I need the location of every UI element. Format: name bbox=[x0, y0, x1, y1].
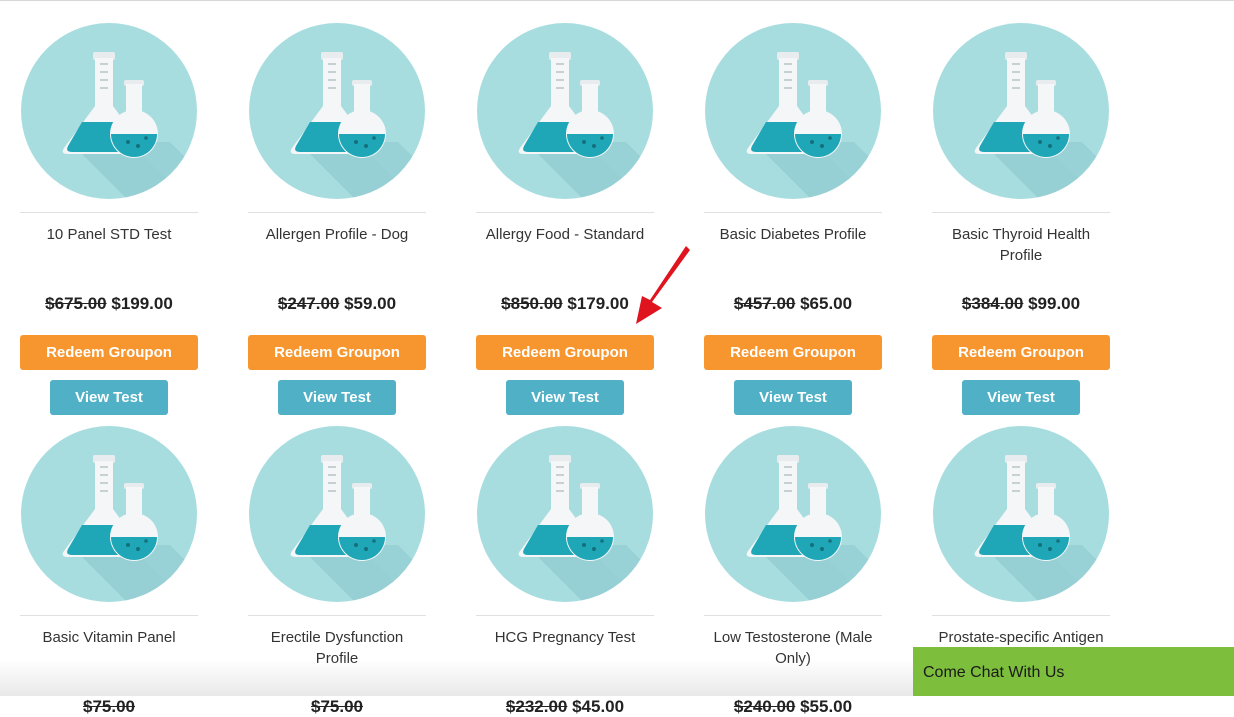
product-name[interactable]: Erectile Dysfunction Profile bbox=[248, 627, 426, 669]
sale-price: $59.00 bbox=[344, 294, 397, 313]
original-price: $247.00 bbox=[277, 294, 340, 313]
original-price: $457.00 bbox=[733, 294, 796, 313]
view-test-button[interactable]: View Test bbox=[506, 380, 624, 415]
product-price: $850.00 $179.00 bbox=[476, 294, 654, 314]
card-divider bbox=[248, 212, 426, 213]
product-price: $232.00 $45.00 bbox=[476, 697, 654, 717]
card-divider bbox=[20, 212, 198, 213]
product-price: $75.00 bbox=[248, 697, 426, 717]
lab-flasks-icon[interactable] bbox=[248, 425, 426, 603]
redeem-groupon-button[interactable]: Redeem Groupon bbox=[20, 335, 198, 370]
card-divider bbox=[248, 615, 426, 616]
product-name[interactable]: Allergy Food - Standard bbox=[476, 224, 654, 245]
product-price: $384.00 $99.00 bbox=[932, 294, 1110, 314]
original-price: $75.00 bbox=[311, 697, 363, 716]
view-test-button[interactable]: View Test bbox=[962, 380, 1080, 415]
lab-flasks-icon[interactable] bbox=[20, 22, 198, 200]
lab-flasks-icon[interactable] bbox=[20, 425, 198, 603]
card-divider bbox=[704, 212, 882, 213]
redeem-groupon-button[interactable]: Redeem Groupon bbox=[476, 335, 654, 370]
card-divider bbox=[20, 615, 198, 616]
sale-price: $199.00 bbox=[111, 294, 173, 313]
lab-flasks-icon[interactable] bbox=[248, 22, 426, 200]
sale-price: $99.00 bbox=[1028, 294, 1081, 313]
original-price: $75.00 bbox=[83, 697, 135, 716]
product-price: $675.00 $199.00 bbox=[20, 294, 198, 314]
original-price: $240.00 bbox=[733, 697, 796, 716]
lab-flasks-icon[interactable] bbox=[704, 22, 882, 200]
chat-widget-button[interactable]: Come Chat With Us bbox=[913, 647, 1234, 696]
sale-price: $45.00 bbox=[572, 697, 625, 716]
lab-flasks-icon[interactable] bbox=[932, 22, 1110, 200]
sale-price: $65.00 bbox=[800, 294, 853, 313]
product-price: $457.00 $65.00 bbox=[704, 294, 882, 314]
product-name[interactable]: Basic Thyroid Health Profile bbox=[932, 224, 1110, 266]
product-price: $75.00 bbox=[20, 697, 198, 717]
product-price: $247.00 $59.00 bbox=[248, 294, 426, 314]
card-divider bbox=[476, 212, 654, 213]
product-name[interactable]: 10 Panel STD Test bbox=[20, 224, 198, 245]
product-grid: 10 Panel STD Test $675.00 $199.00 Redeem… bbox=[0, 0, 1234, 716]
redeem-groupon-button[interactable]: Redeem Groupon bbox=[248, 335, 426, 370]
view-test-button[interactable]: View Test bbox=[278, 380, 396, 415]
lab-flasks-icon[interactable] bbox=[476, 425, 654, 603]
product-name[interactable]: HCG Pregnancy Test bbox=[476, 627, 654, 648]
original-price: $850.00 bbox=[501, 294, 563, 313]
card-divider bbox=[704, 615, 882, 616]
product-price: $240.00 $55.00 bbox=[704, 697, 882, 717]
sale-price: $55.00 bbox=[800, 697, 853, 716]
lab-flasks-icon[interactable] bbox=[476, 22, 654, 200]
original-price: $384.00 bbox=[961, 294, 1024, 313]
product-name[interactable]: Basic Diabetes Profile bbox=[704, 224, 882, 245]
sale-price: $179.00 bbox=[567, 294, 629, 313]
redeem-groupon-button[interactable]: Redeem Groupon bbox=[704, 335, 882, 370]
product-name[interactable]: Basic Vitamin Panel bbox=[20, 627, 198, 648]
lab-flasks-icon[interactable] bbox=[932, 425, 1110, 603]
product-name[interactable]: Low Testosterone (Male Only) bbox=[704, 627, 882, 669]
original-price: $232.00 bbox=[505, 697, 568, 716]
view-test-button[interactable]: View Test bbox=[50, 380, 168, 415]
redeem-groupon-button[interactable]: Redeem Groupon bbox=[932, 335, 1110, 370]
card-divider bbox=[932, 615, 1110, 616]
lab-flasks-icon[interactable] bbox=[704, 425, 882, 603]
view-test-button[interactable]: View Test bbox=[734, 380, 852, 415]
card-divider bbox=[476, 615, 654, 616]
card-divider bbox=[932, 212, 1110, 213]
product-name[interactable]: Allergen Profile - Dog bbox=[248, 224, 426, 245]
original-price: $675.00 bbox=[45, 294, 107, 313]
